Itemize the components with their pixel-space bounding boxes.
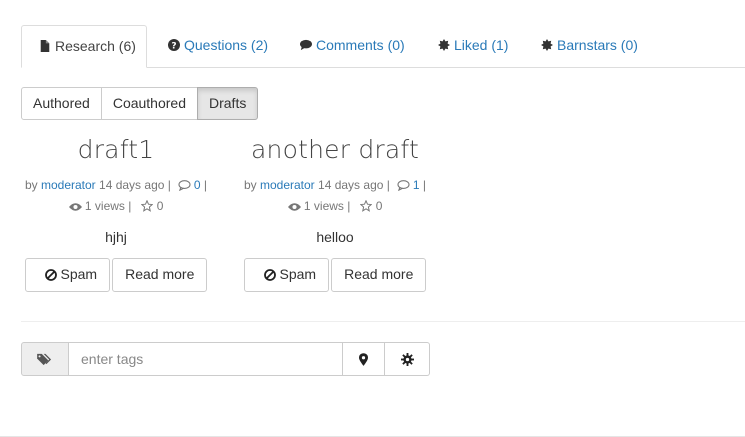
- note-stats: 1 views | 0: [11, 199, 221, 213]
- gear-icon: [400, 352, 414, 366]
- section-divider: [21, 321, 745, 322]
- star-outline-icon: [360, 200, 373, 212]
- comment-count-link[interactable]: 0: [194, 178, 201, 192]
- comment-count-link[interactable]: 1: [413, 178, 420, 192]
- filter-button-group: Authored Coauthored Drafts: [21, 87, 259, 120]
- by-label: by: [243, 178, 257, 192]
- read-more-button[interactable]: Read more: [112, 258, 208, 292]
- eye-icon: [68, 203, 82, 211]
- ban-icon: [263, 269, 276, 281]
- note-time: 14 days ago |: [318, 178, 390, 192]
- note-title[interactable]: draft1: [11, 135, 221, 164]
- tab-liked[interactable]: Liked (1): [438, 25, 508, 66]
- author-link[interactable]: moderator: [260, 178, 315, 192]
- note-card: another draft by moderator 14 days ago |…: [230, 130, 440, 292]
- views-count: 1 views |: [303, 199, 351, 213]
- drafts-button[interactable]: Drafts: [197, 87, 259, 120]
- file-icon: [40, 40, 50, 52]
- badge-icon: [438, 39, 450, 51]
- tags-input[interactable]: [69, 342, 343, 376]
- map-marker-icon: [359, 352, 368, 366]
- tab-questions-label: Questions (2): [184, 37, 269, 53]
- tab-barnstars[interactable]: Barnstars (0): [541, 25, 638, 66]
- note-body: hjhj: [105, 229, 127, 245]
- tab-comments[interactable]: Comments (0): [300, 25, 405, 66]
- tags-icon: [36, 353, 51, 365]
- note-actions: Spam Read more: [230, 258, 440, 292]
- meta-separator: |: [203, 178, 208, 192]
- location-button[interactable]: [343, 342, 385, 376]
- views-count: 1 views |: [84, 199, 132, 213]
- tag-settings-button[interactable]: [385, 342, 430, 376]
- tab-questions[interactable]: ? Questions (2): [168, 25, 268, 66]
- note-stats: 1 views | 0: [230, 199, 440, 213]
- coauthored-button[interactable]: Coauthored: [100, 87, 198, 120]
- tags-addon: [21, 342, 69, 376]
- spam-label: Spam: [279, 266, 317, 282]
- question-circle-icon: ?: [168, 39, 180, 51]
- note-title[interactable]: another draft: [230, 135, 440, 164]
- tab-barnstars-label: Barnstars (0): [557, 37, 638, 53]
- meta-separator: |: [422, 178, 427, 192]
- tab-research[interactable]: Research (6): [21, 25, 147, 68]
- comment-outline-icon: [396, 180, 410, 191]
- svg-text:?: ?: [171, 42, 176, 52]
- ban-icon: [44, 269, 57, 281]
- tag-input-group: [21, 342, 430, 376]
- spam-button[interactable]: Spam: [243, 258, 330, 292]
- by-label: by: [24, 178, 38, 192]
- comment-outline-icon: [177, 180, 191, 191]
- tab-liked-label: Liked (1): [454, 37, 509, 53]
- profile-tabs: Research (6) ? Questions (2) Comments (0)…: [21, 25, 745, 68]
- spam-label: Spam: [60, 266, 98, 282]
- authored-button[interactable]: Authored: [21, 87, 102, 120]
- read-more-button[interactable]: Read more: [331, 258, 427, 292]
- spam-button[interactable]: Spam: [24, 258, 111, 292]
- likes-count: 0: [375, 199, 383, 213]
- tab-research-label: Research (6): [55, 38, 136, 54]
- tab-comments-label: Comments (0): [316, 37, 405, 53]
- note-card: draft1 by moderator 14 days ago | 0 | 1 …: [11, 130, 221, 292]
- note-actions: Spam Read more: [11, 258, 221, 292]
- author-link[interactable]: moderator: [41, 178, 96, 192]
- note-body: helloo: [316, 229, 354, 245]
- eye-icon: [287, 203, 301, 211]
- note-time: 14 days ago |: [99, 178, 171, 192]
- likes-count: 0: [156, 199, 164, 213]
- star-outline-icon: [141, 200, 154, 212]
- badge-icon: [541, 39, 553, 51]
- comment-icon: [300, 39, 312, 51]
- note-meta: by moderator 14 days ago | 0 |: [11, 178, 221, 192]
- note-meta: by moderator 14 days ago | 1 |: [230, 178, 440, 192]
